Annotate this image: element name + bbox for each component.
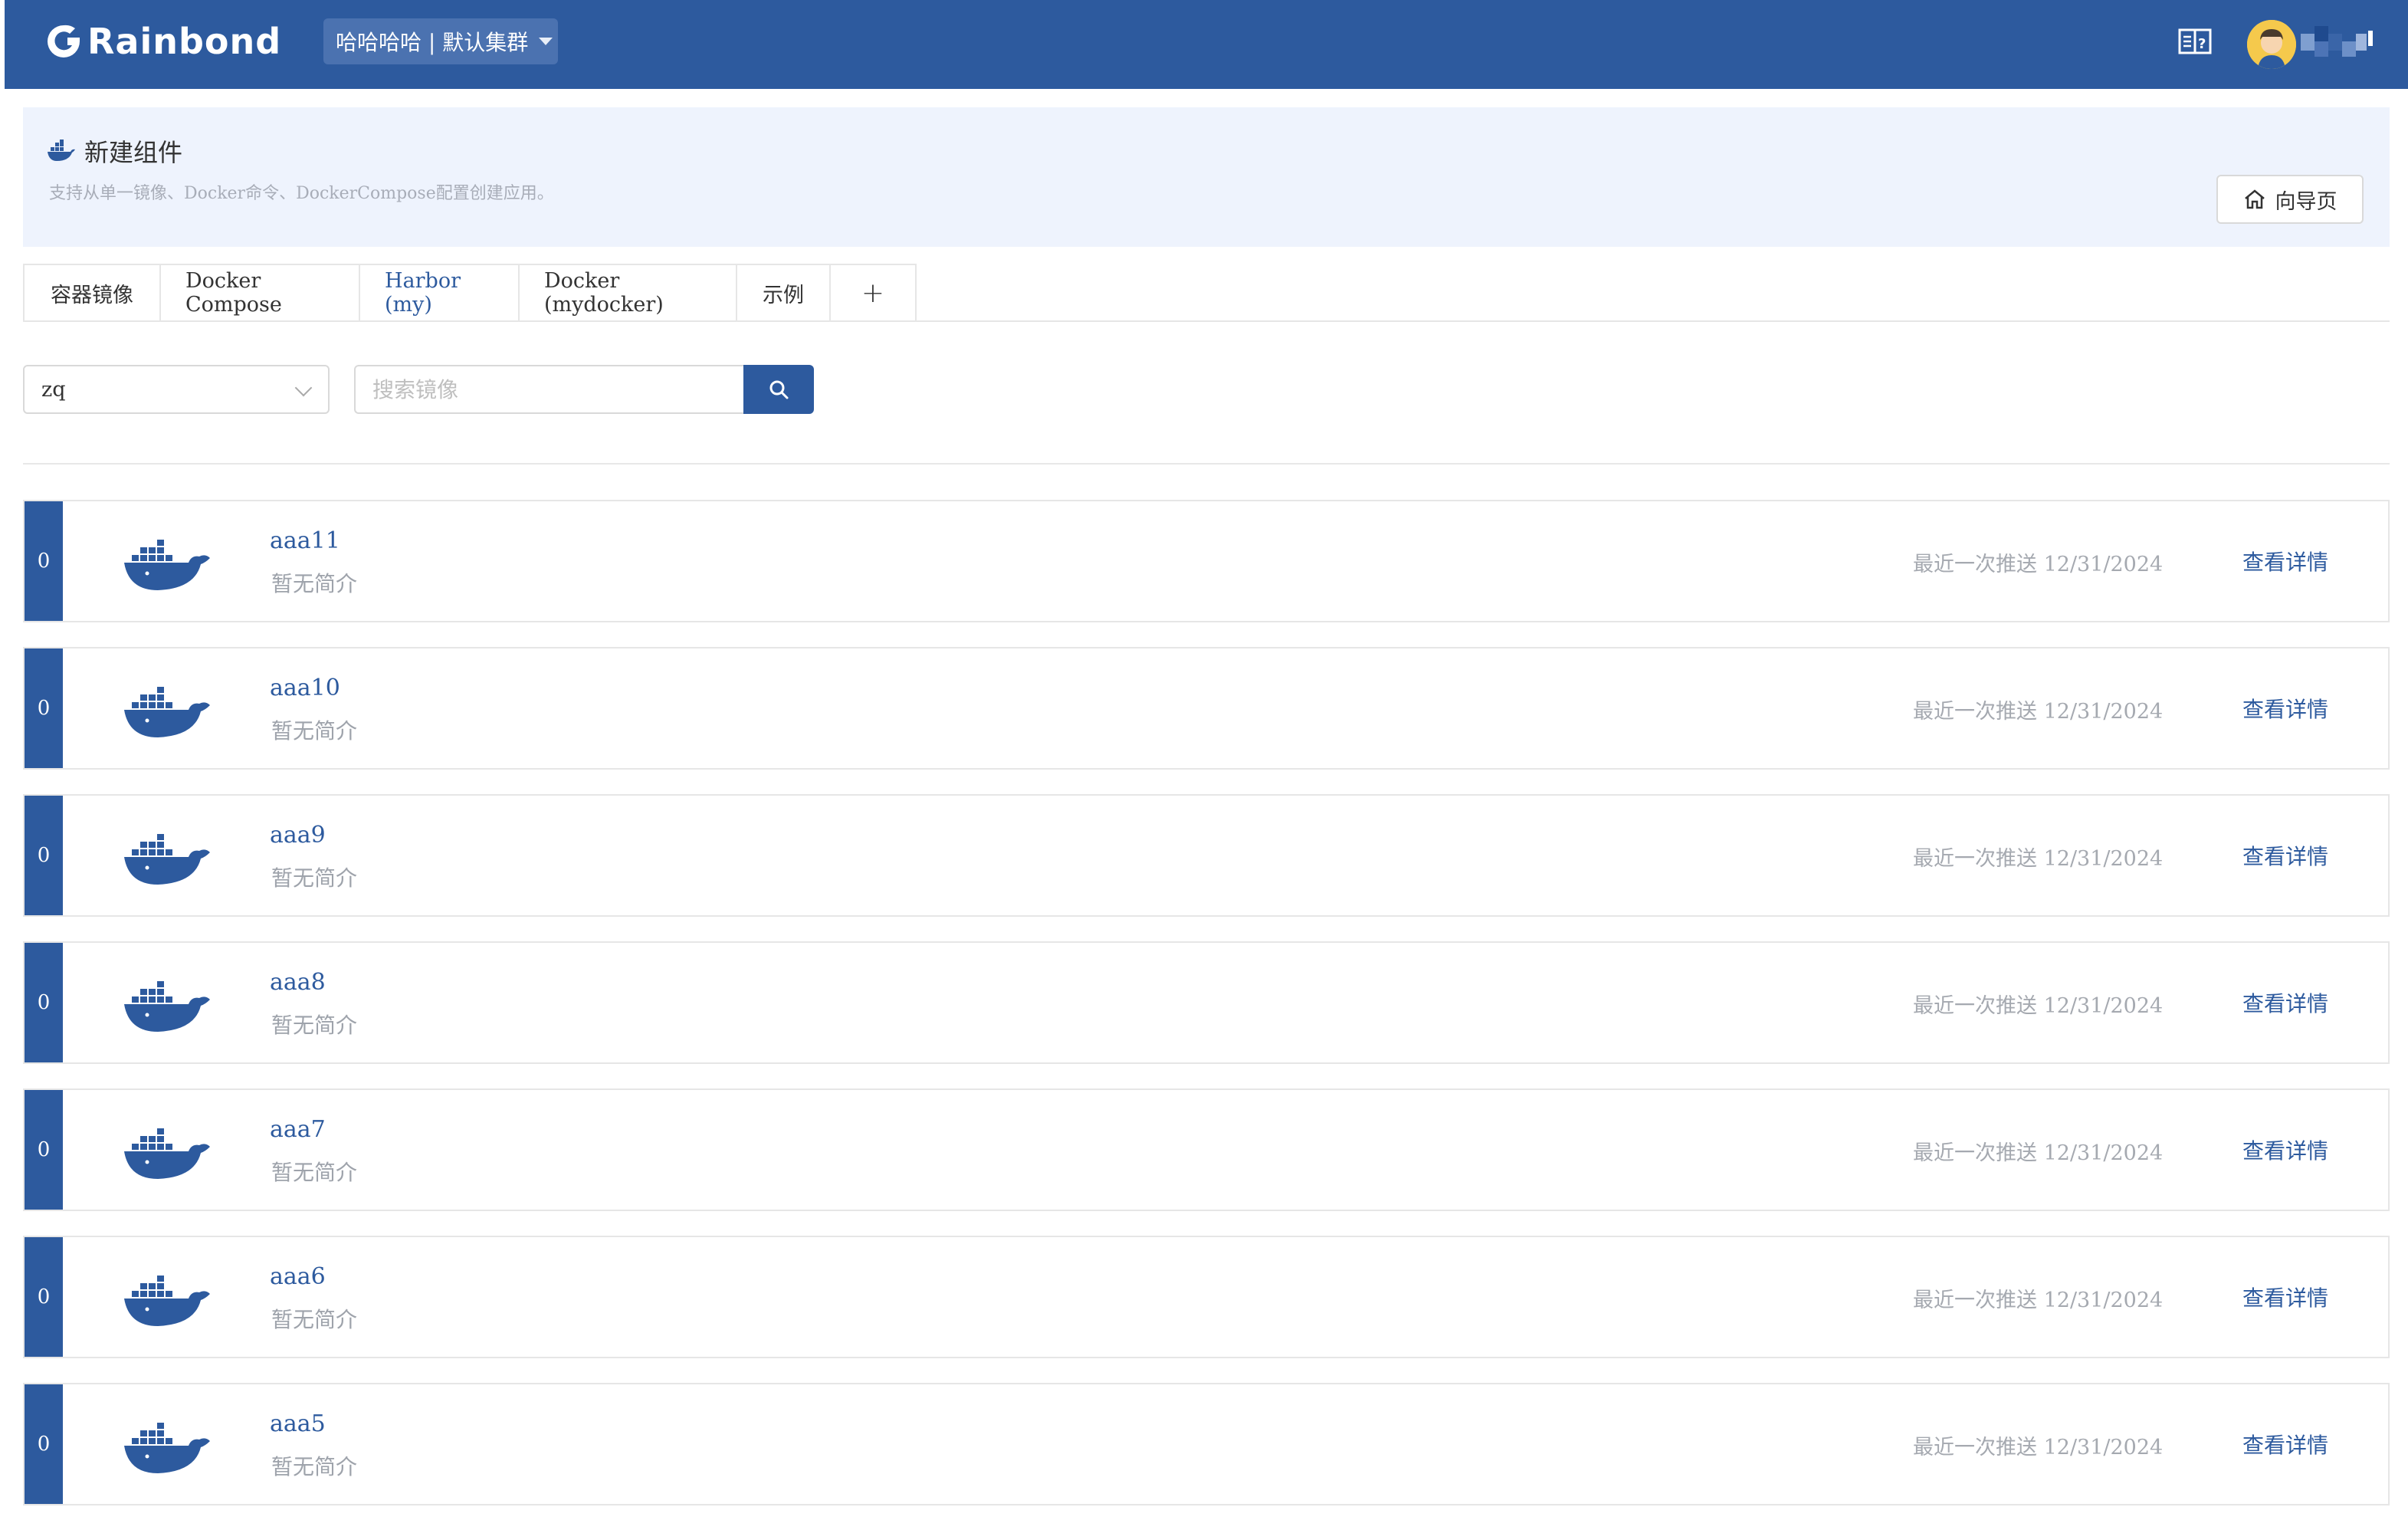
last-push-time: 最近一次推送 12/31/2024 [1913,847,2164,871]
image-index-badge: 0 [25,1237,63,1357]
image-description: 暂无简介 [271,718,358,744]
docker-whale-icon [124,981,210,1032]
tab-examples[interactable]: 示例 [737,265,831,320]
user-avatar-icon [2247,20,2296,69]
svg-text:?: ? [2198,36,2206,52]
image-index-badge: 0 [25,648,63,768]
image-index-badge: 0 [25,1090,63,1210]
image-description: 暂无简介 [271,1307,358,1332]
image-index-badge: 0 [25,501,63,621]
search-button[interactable] [743,365,814,414]
view-details-link[interactable]: 查看详情 [2242,1429,2328,1459]
docker-whale-icon [48,140,75,161]
image-index-badge: 0 [25,796,63,915]
brand-name: Rainbond [87,21,282,62]
image-description: 暂无简介 [271,1454,358,1479]
team-cluster-selector[interactable]: 哈哈哈哈 | 默认集群 [323,18,558,64]
image-name-link[interactable]: aaa8 [270,969,326,996]
view-details-link[interactable]: 查看详情 [2242,546,2328,576]
top-navbar: Rainbond 哈哈哈哈 | 默认集群 ? [5,0,2408,89]
image-list-item: 0 aaa9 暂无简介 最近一次推送 12/31/2024 查看详情 [23,794,2390,917]
docker-whale-icon [124,834,210,885]
image-name-link[interactable]: aaa10 [270,675,340,701]
image-search-input[interactable] [354,365,743,414]
book-icon[interactable]: ? [2178,28,2212,55]
image-name-link[interactable]: aaa6 [270,1263,326,1290]
image-list-item: 0 aaa8 暂无简介 最近一次推送 12/31/2024 查看详情 [23,941,2390,1064]
image-name-link[interactable]: aaa9 [270,822,326,849]
rainbond-logo-icon [48,25,80,57]
image-name-link[interactable]: aaa7 [270,1116,326,1143]
image-description: 暂无简介 [271,1013,358,1038]
last-push-time: 最近一次推送 12/31/2024 [1913,994,2164,1018]
tab-docker-mydocker[interactable]: Docker (mydocker) [520,265,737,320]
rainbond-logo[interactable]: Rainbond [44,18,281,64]
caret-down-icon [539,38,553,45]
guide-page-label: 向导页 [2275,189,2337,214]
team-cluster-label: 哈哈哈哈 | 默认集群 [336,30,529,55]
image-list-item: 0 aaa5 暂无简介 最近一次推送 12/31/2024 查看详情 [23,1383,2390,1505]
image-name-link[interactable]: aaa11 [270,527,340,554]
tab-container-image[interactable]: 容器镜像 [25,265,161,320]
view-details-link[interactable]: 查看详情 [2242,840,2328,871]
tabs-divider [915,320,2390,322]
user-avatar[interactable] [2247,20,2296,69]
docker-whale-icon [124,687,210,737]
image-description: 暂无简介 [271,1160,358,1185]
view-details-link[interactable]: 查看详情 [2242,1134,2328,1165]
image-list-item: 0 aaa11 暂无简介 最近一次推送 12/31/2024 查看详情 [23,500,2390,622]
last-push-time: 最近一次推送 12/31/2024 [1913,1141,2164,1165]
chevron-down-icon [294,379,313,397]
image-index-badge: 0 [25,943,63,1062]
tab-harbor-my[interactable]: Harbor (my) [360,265,520,320]
image-name-link[interactable]: aaa5 [270,1410,326,1437]
last-push-time: 最近一次推送 12/31/2024 [1913,553,2164,576]
image-list-item: 0 aaa10 暂无简介 最近一次推送 12/31/2024 查看详情 [23,647,2390,770]
page-title: 新建组件 [46,133,182,169]
view-details-link[interactable]: 查看详情 [2242,1282,2328,1312]
docker-whale-icon [124,1128,210,1179]
guide-page-button[interactable]: 向导页 [2216,175,2364,224]
docker-whale-icon [124,1423,210,1473]
image-description: 暂无简介 [271,865,358,891]
home-icon [2244,189,2265,209]
view-details-link[interactable]: 查看详情 [2242,693,2328,724]
image-list-item: 0 aaa6 暂无简介 最近一次推送 12/31/2024 查看详情 [23,1236,2390,1358]
add-tab-button[interactable]: + [831,265,915,320]
last-push-time: 最近一次推送 12/31/2024 [1913,700,2164,724]
page-description: 支持从单一镜像、Docker命令、DockerCompose配置创建应用。 [49,184,554,203]
page-header: 新建组件 支持从单一镜像、Docker命令、DockerCompose配置创建应… [23,107,2390,247]
image-list-item: 0 aaa7 暂无简介 最近一次推送 12/31/2024 查看详情 [23,1088,2390,1211]
image-list: 0 aaa11 暂无简介 最近一次推送 12/31/2024 查看详情 0 aa… [23,500,2390,1530]
source-tabs: 容器镜像 Docker Compose Harbor (my) Docker (… [23,264,917,322]
repository-select[interactable]: zq [23,365,330,414]
docker-whale-icon [124,1276,210,1326]
page-title-text: 新建组件 [84,138,183,167]
search-icon [769,380,789,399]
tab-docker-compose[interactable]: Docker Compose [161,265,360,320]
last-push-time: 最近一次推送 12/31/2024 [1913,1289,2164,1312]
username-blurred[interactable] [2301,23,2377,63]
last-push-time: 最近一次推送 12/31/2024 [1913,1436,2164,1459]
image-index-badge: 0 [25,1384,63,1504]
docker-whale-icon [124,540,210,590]
image-description: 暂无简介 [271,571,358,596]
section-divider [23,463,2390,465]
view-details-link[interactable]: 查看详情 [2242,987,2328,1018]
repository-select-value: zq [41,377,66,402]
